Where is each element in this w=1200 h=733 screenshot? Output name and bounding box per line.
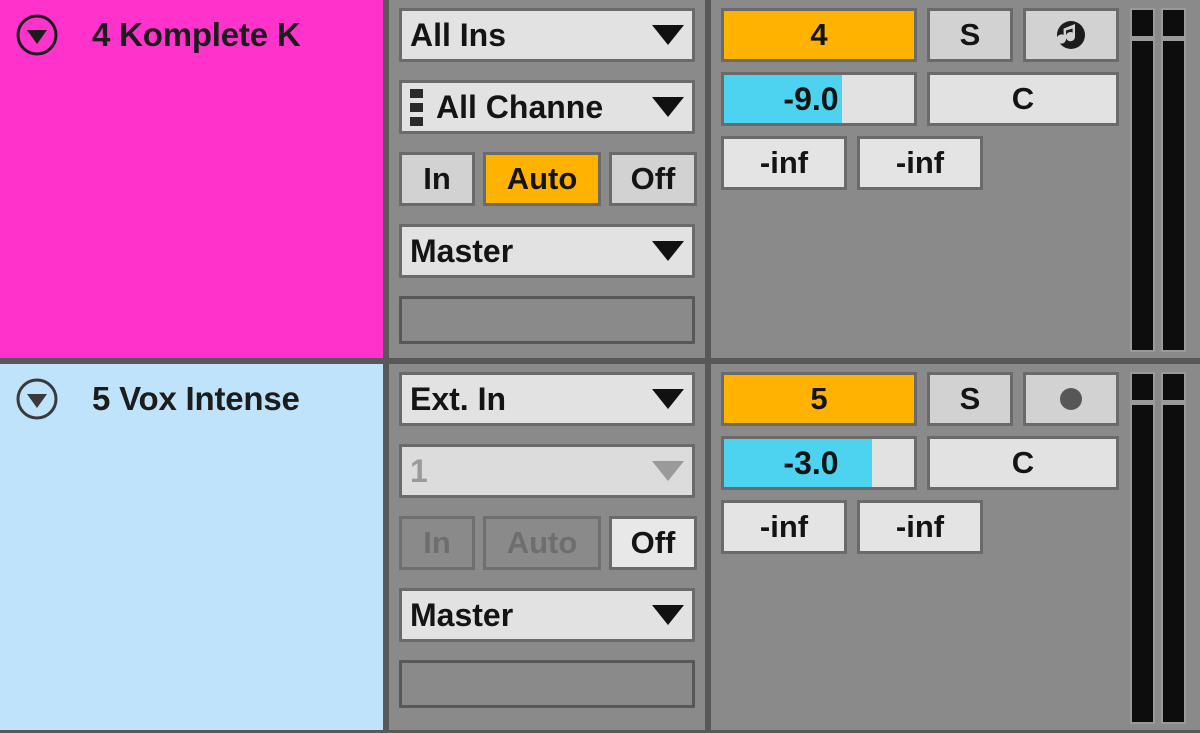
monitor-in-button[interactable]: In	[399, 516, 475, 570]
input-type-value: Ext. In	[410, 383, 507, 415]
track-mixer-panel: 5 S -3.0 C -inf -inf	[711, 364, 1200, 730]
monitor-button-group: In Auto Off	[399, 516, 697, 570]
meter-channel-right	[1161, 372, 1186, 724]
clip-indicator[interactable]	[1161, 8, 1186, 38]
send-a-knob[interactable]: -inf	[721, 136, 847, 190]
input-channel-slot: 1	[399, 444, 695, 506]
input-type-chooser[interactable]: All Ins	[399, 8, 695, 62]
input-type-chooser[interactable]: Ext. In	[399, 372, 695, 426]
input-type-slot: All Ins	[399, 8, 695, 70]
pan-slider[interactable]: C	[927, 436, 1119, 490]
send-a-knob[interactable]: -inf	[721, 500, 847, 554]
output-type-slot: Master	[399, 224, 695, 286]
chevron-down-icon	[652, 461, 684, 481]
clip-indicator[interactable]	[1161, 372, 1186, 402]
track-activator-button[interactable]: 5	[721, 372, 917, 426]
chevron-down-icon	[652, 605, 684, 625]
output-type-chooser[interactable]: Master	[399, 588, 695, 642]
midi-dots-icon	[410, 88, 424, 126]
input-channel-chooser[interactable]: All Channe	[399, 80, 695, 134]
track-title[interactable]: 5 Vox Intense	[92, 372, 300, 426]
clip-indicator[interactable]	[1130, 8, 1155, 38]
input-channel-chooser[interactable]: 1	[399, 444, 695, 498]
monitor-auto-button[interactable]: Auto	[483, 516, 601, 570]
meter-bar	[1130, 41, 1155, 352]
meter-channel-left	[1130, 372, 1155, 724]
input-type-value: All Ins	[410, 19, 507, 51]
monitor-off-button[interactable]: Off	[609, 152, 697, 206]
track-level-meter	[1130, 372, 1186, 724]
track-io-panel: Ext. In 1 In Auto Off Master	[389, 364, 711, 730]
midi-arm-note-icon[interactable]	[1023, 8, 1119, 62]
track-row[interactable]: 4 Komplete K All Ins All Channe In Auto …	[0, 0, 1200, 364]
send-b-knob[interactable]: -inf	[857, 500, 983, 554]
monitor-slot: In Auto Off	[399, 152, 697, 214]
monitor-off-button[interactable]: Off	[609, 516, 697, 570]
output-type-value: Master	[410, 599, 514, 631]
track-header-panel[interactable]: 5 Vox Intense	[0, 364, 389, 730]
clip-indicator[interactable]	[1130, 372, 1155, 402]
monitor-auto-button[interactable]: Auto	[483, 152, 601, 206]
monitor-in-button[interactable]: In	[399, 152, 475, 206]
output-type-chooser[interactable]: Master	[399, 224, 695, 278]
monitor-slot: In Auto Off	[399, 516, 697, 578]
input-channel-value: All Channe	[436, 91, 604, 123]
meter-bar	[1130, 405, 1155, 724]
meter-channel-left	[1130, 8, 1155, 352]
session-mixer-track-list: 4 Komplete K All Ins All Channe In Auto …	[0, 0, 1200, 733]
meter-bar	[1161, 405, 1186, 724]
pan-slider[interactable]: C	[927, 72, 1119, 126]
triangle-down-circle-icon[interactable]	[10, 8, 64, 62]
chevron-down-icon	[652, 241, 684, 261]
track-io-panel: All Ins All Channe In Auto Off Master	[389, 0, 711, 358]
track-activator-button[interactable]: 4	[721, 8, 917, 62]
send-b-knob[interactable]: -inf	[857, 136, 983, 190]
solo-button[interactable]: S	[927, 8, 1013, 62]
output-channel-chooser[interactable]	[399, 660, 695, 708]
track-title[interactable]: 4 Komplete K	[92, 8, 300, 62]
output-channel-chooser[interactable]	[399, 296, 695, 344]
track-header-panel[interactable]: 4 Komplete K	[0, 0, 389, 358]
output-type-slot: Master	[399, 588, 695, 650]
track-level-meter	[1130, 8, 1186, 352]
chevron-down-icon	[652, 389, 684, 409]
triangle-down-circle-icon[interactable]	[10, 372, 64, 426]
monitor-button-group: In Auto Off	[399, 152, 697, 206]
meter-channel-right	[1161, 8, 1186, 352]
volume-slider[interactable]: -3.0	[721, 436, 917, 490]
input-channel-slot: All Channe	[399, 80, 695, 142]
output-type-value: Master	[410, 235, 514, 267]
meter-bar	[1161, 41, 1186, 352]
input-type-slot: Ext. In	[399, 372, 695, 434]
record-arm-circle-icon[interactable]	[1023, 372, 1119, 426]
volume-slider[interactable]: -9.0	[721, 72, 917, 126]
track-mixer-panel: 4 S -9.0 C -inf -inf	[711, 0, 1200, 358]
chevron-down-icon	[652, 25, 684, 45]
volume-value: -9.0	[783, 80, 839, 117]
input-channel-value: 1	[410, 455, 428, 487]
solo-button[interactable]: S	[927, 372, 1013, 426]
chevron-down-icon	[652, 97, 684, 117]
volume-value: -3.0	[783, 444, 839, 481]
track-row[interactable]: 5 Vox Intense Ext. In 1 In Auto Off Mast…	[0, 364, 1200, 733]
